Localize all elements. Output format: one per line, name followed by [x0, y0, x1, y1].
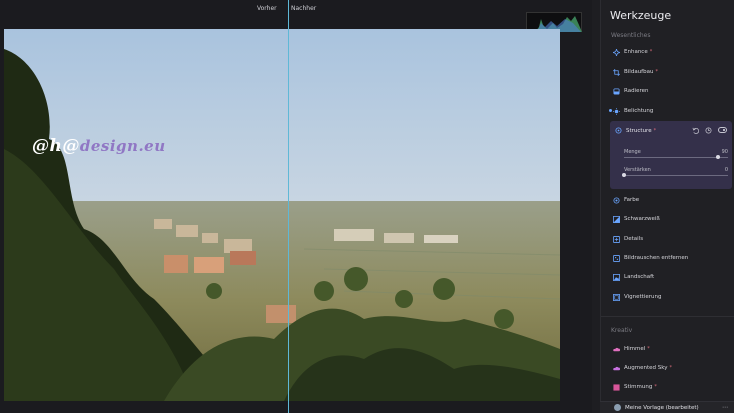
tool-label: Belichtung	[624, 108, 654, 114]
panel-title: Werkzeuge	[610, 9, 672, 22]
slider-value: 0	[724, 167, 728, 173]
cloud-icon	[613, 347, 620, 351]
sun-icon	[613, 107, 620, 115]
tool-label: Vignettierung	[624, 294, 662, 300]
preset-name: Meine Vorlage (bearbeitet)	[625, 404, 699, 411]
tool-label: Bildrauschen entfernen	[624, 255, 689, 261]
slider-knob[interactable]	[715, 155, 720, 159]
tool-label: Radieren	[624, 88, 649, 94]
photo-preview[interactable]	[4, 29, 560, 401]
ai-star-icon: *	[649, 49, 653, 55]
ai-star-icon: *	[647, 346, 650, 352]
tool-bildaufbau[interactable]: Bildaufbau *	[613, 66, 658, 78]
slider-value: 90	[721, 149, 728, 155]
after-label: Nachher	[291, 5, 317, 12]
tool-label: Details	[624, 236, 644, 242]
sparkle-icon	[613, 48, 620, 56]
structure-header[interactable]: Structure *	[615, 127, 656, 134]
tool-label: Bildaufbau	[624, 69, 654, 75]
tool-label: Augmented Sky	[624, 365, 668, 371]
bw-icon	[613, 215, 620, 223]
section-creative: Kreativ	[611, 327, 633, 334]
tool-stimmung[interactable]: Stimmung *	[613, 381, 657, 393]
section-essentials: Wesentliches	[611, 32, 651, 39]
ai-star-icon: *	[654, 384, 657, 390]
tool-label: Stimmung	[624, 384, 653, 390]
tool-label: Farbe	[624, 197, 640, 203]
palette-icon	[613, 196, 620, 204]
watermark-part-a: @h@	[32, 136, 80, 156]
slider-label: Verstärken	[624, 167, 651, 173]
tools-panel: Werkzeuge Wesentliches Enhance * Bildaufb…	[600, 0, 734, 413]
tool-himmel[interactable]: Himmel *	[613, 343, 650, 355]
tool-schwarzweiss[interactable]: Schwarzweiß	[613, 213, 660, 225]
denoise-icon	[613, 254, 620, 262]
more-options-icon[interactable]: ⋯	[722, 404, 728, 411]
sky-icon	[613, 366, 620, 370]
eraser-icon	[613, 87, 620, 95]
crop-icon	[613, 68, 620, 76]
tool-details[interactable]: Details	[613, 233, 643, 245]
slider-knob[interactable]	[622, 173, 626, 177]
panel-divider	[601, 316, 734, 317]
landscape-icon	[613, 273, 620, 281]
tool-label: Himmel	[624, 346, 646, 352]
before-label: Vorher	[257, 5, 277, 12]
preset-avatar	[614, 404, 621, 411]
slider-label: Menge	[624, 149, 641, 155]
tool-radieren[interactable]: Radieren	[613, 85, 648, 97]
tool-enhance[interactable]: Enhance *	[613, 46, 652, 58]
slider-track[interactable]	[624, 175, 728, 176]
undo-icon[interactable]	[692, 127, 699, 134]
tool-label: Schwarzweiß	[624, 216, 660, 222]
preset-bar[interactable]: Meine Vorlage (bearbeitet) ⋯	[600, 401, 734, 413]
tool-farbe[interactable]: Farbe	[613, 194, 639, 206]
ai-star-icon: *	[653, 127, 657, 134]
tool-augmented-sky[interactable]: Augmented Sky *	[613, 362, 672, 374]
structure-toggle[interactable]	[718, 127, 727, 133]
tool-belichtung[interactable]: Belichtung	[613, 105, 653, 117]
watermark-logo: @h@design.eu	[32, 136, 166, 156]
tool-label: Enhance	[624, 49, 648, 55]
ai-star-icon: *	[669, 365, 672, 371]
vignette-icon	[613, 293, 620, 301]
details-icon	[613, 235, 620, 243]
ai-star-icon: *	[655, 69, 658, 75]
mood-icon	[613, 383, 620, 391]
reset-icon[interactable]	[705, 127, 712, 134]
active-indicator	[609, 109, 612, 112]
slider-track[interactable]	[624, 157, 728, 158]
image-canvas[interactable]: Vorher Nachher @h@design.eu	[0, 0, 592, 413]
tool-landschaft[interactable]: Landschaft	[613, 271, 654, 283]
structure-card[interactable]: Structure * Menge 90 Verstärken 0	[610, 121, 732, 189]
compare-split-handle[interactable]	[288, 0, 289, 413]
tool-bildrauschen[interactable]: Bildrauschen entfernen	[613, 252, 688, 264]
watermark-part-b: design.eu	[79, 137, 166, 155]
structure-label: Structure	[626, 127, 652, 134]
tool-label: Landschaft	[624, 274, 655, 280]
tool-vignettierung[interactable]: Vignettierung	[613, 291, 661, 303]
structure-icon	[615, 127, 622, 134]
